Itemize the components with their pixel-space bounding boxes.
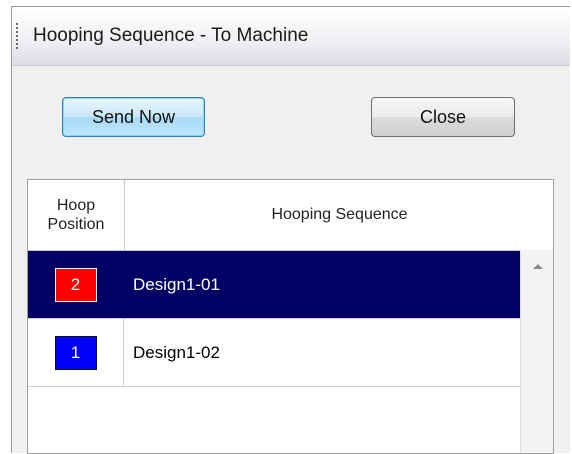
column-header-hoop-position[interactable]: Hoop Position bbox=[28, 180, 125, 250]
scroll-up-arrow-icon[interactable] bbox=[533, 264, 543, 269]
grid-header: Hoop Position Hooping Sequence bbox=[28, 180, 553, 251]
vertical-scrollbar[interactable] bbox=[520, 250, 553, 453]
drag-grip-icon[interactable] bbox=[16, 23, 18, 49]
column-header-hooping-sequence-label: Hooping Sequence bbox=[271, 206, 408, 224]
table-row[interactable]: 1 Design1-02 bbox=[28, 319, 522, 387]
design-name-cell: Design1-02 bbox=[133, 342, 220, 362]
hooping-sequence-dialog: Hooping Sequence - To Machine Send Now C… bbox=[11, 6, 570, 454]
dialog-titlebar[interactable]: Hooping Sequence - To Machine bbox=[12, 7, 570, 66]
hooping-sequence-grid[interactable]: Hoop Position Hooping Sequence 2 Design1-… bbox=[27, 179, 554, 454]
close-button[interactable]: Close bbox=[371, 97, 515, 137]
dialog-title: Hooping Sequence - To Machine bbox=[33, 25, 309, 46]
column-header-hoop-position-label: Hoop Position bbox=[47, 196, 105, 233]
table-row[interactable]: 2 Design1-01 bbox=[28, 251, 522, 319]
hoop-position-cell: 1 bbox=[28, 319, 124, 386]
design-name-cell: Design1-01 bbox=[133, 274, 220, 294]
column-header-hooping-sequence[interactable]: Hooping Sequence bbox=[125, 180, 553, 250]
hoop-position-badge: 2 bbox=[54, 267, 97, 302]
hoop-position-badge: 1 bbox=[54, 335, 97, 370]
hoop-position-cell: 2 bbox=[28, 251, 124, 318]
send-now-button[interactable]: Send Now bbox=[62, 97, 205, 137]
